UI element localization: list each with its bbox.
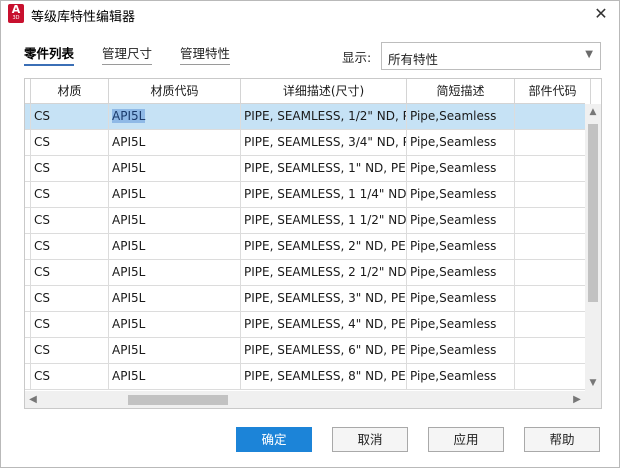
cell-material-code[interactable]: API5L <box>109 234 241 260</box>
cell-material[interactable]: CS <box>31 182 109 208</box>
scroll-up-icon[interactable]: ▲ <box>585 104 601 120</box>
cell-short-description[interactable]: Pipe,Seamless <box>407 208 515 234</box>
cell-material[interactable]: CS <box>31 338 109 364</box>
cell-short-description[interactable]: Pipe,Seamless <box>407 312 515 338</box>
cell-long-description[interactable]: PIPE, SEAMLESS, 1/2" ND, PE A <box>241 104 407 130</box>
window-title: 等级库特性编辑器 <box>31 10 136 25</box>
horizontal-scroll-thumb[interactable] <box>128 395 228 405</box>
cell-material-code[interactable]: API5L <box>109 182 241 208</box>
cell-short-description[interactable]: Pipe,Seamless <box>407 104 515 130</box>
cell-material[interactable]: CS <box>31 234 109 260</box>
cell-material-code[interactable]: API5L <box>109 338 241 364</box>
cell-part-code[interactable] <box>515 312 591 338</box>
cell-long-description[interactable]: PIPE, SEAMLESS, 3" ND, PE ASM <box>241 286 407 312</box>
cell-long-description[interactable]: PIPE, SEAMLESS, 4" ND, PE ASM <box>241 312 407 338</box>
table-row[interactable]: CSAPI5LPIPE, SEAMLESS, 3/4" ND, PE ASPip… <box>25 130 591 156</box>
cancel-button[interactable]: 取消 <box>332 427 408 452</box>
cell-material[interactable]: CS <box>31 130 109 156</box>
table-row[interactable]: CSAPI5LPIPE, SEAMLESS, 2 1/2" ND, PE,Pip… <box>25 260 591 286</box>
cell-short-description[interactable]: Pipe,Seamless <box>407 156 515 182</box>
cell-short-description[interactable]: Pipe,Seamless <box>407 182 515 208</box>
cell-material-code[interactable]: API5L <box>109 130 241 156</box>
cell-short-description[interactable]: Pipe,Seamless <box>407 234 515 260</box>
display-label: 显示: <box>342 50 372 65</box>
cell-material[interactable]: CS <box>31 260 109 286</box>
ok-button[interactable]: 确定 <box>236 427 312 452</box>
table-row[interactable]: CSAPI5LPIPE, SEAMLESS, 4" ND, PE ASMPipe… <box>25 312 591 338</box>
cell-long-description[interactable]: PIPE, SEAMLESS, 1 1/4" ND, PE, <box>241 182 407 208</box>
cell-part-code[interactable] <box>515 104 591 130</box>
cell-material[interactable]: CS <box>31 208 109 234</box>
cell-part-code[interactable] <box>515 182 591 208</box>
cell-material[interactable]: CS <box>31 104 109 130</box>
title-bar: A 3D 等级库特性编辑器 ✕ <box>1 1 619 29</box>
tab-part-list[interactable]: 零件列表 <box>24 43 75 66</box>
table-row[interactable]: CSAPI5LPIPE, SEAMLESS, 1" ND, PE ASMPipe… <box>25 156 591 182</box>
vertical-scroll-thumb[interactable] <box>588 124 598 302</box>
cell-part-code[interactable] <box>515 208 591 234</box>
cell-material-code[interactable]: API5L <box>109 104 241 130</box>
cell-long-description[interactable]: PIPE, SEAMLESS, 1" ND, PE ASM <box>241 156 407 182</box>
column-header-short-description[interactable]: 简短描述 <box>407 79 515 104</box>
cell-part-code[interactable] <box>515 130 591 156</box>
scroll-down-icon[interactable]: ▼ <box>585 375 601 391</box>
cell-part-code[interactable] <box>515 156 591 182</box>
cell-material-code[interactable]: API5L <box>109 208 241 234</box>
horizontal-scrollbar[interactable]: ◀ ▶ <box>25 391 585 408</box>
scroll-right-icon[interactable]: ▶ <box>569 391 585 408</box>
chevron-down-icon: ▼ <box>585 49 593 60</box>
table-row[interactable]: CSAPI5LPIPE, SEAMLESS, 6" ND, PE ASMPipe… <box>25 338 591 364</box>
table-row[interactable]: CSAPI5LPIPE, SEAMLESS, 1 1/4" ND, PE,Pip… <box>25 182 591 208</box>
apply-button[interactable]: 应用 <box>428 427 504 452</box>
cell-long-description[interactable]: PIPE, SEAMLESS, 6" ND, PE ASM <box>241 338 407 364</box>
parts-grid: 材质 材质代码 详细描述(尺寸) 简短描述 部件代码 CS API5L PIPE, … <box>24 78 602 409</box>
properties-editor-window: A 3D 等级库特性编辑器 ✕ 零件列表 管理尺寸 管理特性 显示: 所有特性 … <box>0 0 620 468</box>
cell-material-code[interactable]: API5L <box>109 286 241 312</box>
column-header-part-code[interactable]: 部件代码 <box>515 79 591 104</box>
column-header-material-code[interactable]: 材质代码 <box>109 79 241 104</box>
cell-material[interactable]: CS <box>31 364 109 390</box>
table-row[interactable]: CSAPI5LPIPE, SEAMLESS, 8" ND, PE ASMPipe… <box>25 364 591 390</box>
tab-manage-properties[interactable]: 管理特性 <box>180 43 231 65</box>
tab-manage-sizes[interactable]: 管理尺寸 <box>102 43 153 65</box>
scrollbar-corner <box>585 391 601 408</box>
cell-material[interactable]: CS <box>31 156 109 182</box>
cell-long-description[interactable]: PIPE, SEAMLESS, 2 1/2" ND, PE, <box>241 260 407 286</box>
cell-part-code[interactable] <box>515 234 591 260</box>
cell-material-code[interactable]: API5L <box>109 364 241 390</box>
cell-material-code[interactable]: API5L <box>109 156 241 182</box>
cell-material-code[interactable]: API5L <box>109 312 241 338</box>
scroll-left-icon[interactable]: ◀ <box>25 391 41 408</box>
help-button[interactable]: 帮助 <box>524 427 600 452</box>
cell-long-description[interactable]: PIPE, SEAMLESS, 2" ND, PE ASM <box>241 234 407 260</box>
selected-cell-text: API5L <box>112 109 146 123</box>
cell-material-code[interactable]: API5L <box>109 260 241 286</box>
cell-part-code[interactable] <box>515 364 591 390</box>
app-logo-icon: A 3D <box>8 4 24 23</box>
grid-header-row: 材质 材质代码 详细描述(尺寸) 简短描述 部件代码 <box>25 79 591 104</box>
cell-material[interactable]: CS <box>31 312 109 338</box>
cell-short-description[interactable]: Pipe,Seamless <box>407 338 515 364</box>
cell-long-description[interactable]: PIPE, SEAMLESS, 3/4" ND, PE AS <box>241 130 407 156</box>
display-select-value: 所有特性 <box>388 52 439 67</box>
table-row[interactable]: CSAPI5LPIPE, SEAMLESS, 2" ND, PE ASMPipe… <box>25 234 591 260</box>
cell-short-description[interactable]: Pipe,Seamless <box>407 130 515 156</box>
display-select[interactable]: 所有特性 ▼ <box>381 42 601 70</box>
table-row[interactable]: CSAPI5LPIPE, SEAMLESS, 3" ND, PE ASMPipe… <box>25 286 591 312</box>
column-header-long-description[interactable]: 详细描述(尺寸) <box>241 79 407 104</box>
cell-long-description[interactable]: PIPE, SEAMLESS, 8" ND, PE ASM <box>241 364 407 390</box>
table-row[interactable]: CSAPI5L PIPE, SEAMLESS, 1/2" ND, PE APipe… <box>25 104 591 130</box>
cell-short-description[interactable]: Pipe,Seamless <box>407 286 515 312</box>
cell-short-description[interactable]: Pipe,Seamless <box>407 260 515 286</box>
cell-long-description[interactable]: PIPE, SEAMLESS, 1 1/2" ND, PE, <box>241 208 407 234</box>
cell-part-code[interactable] <box>515 286 591 312</box>
cell-part-code[interactable] <box>515 338 591 364</box>
close-icon[interactable]: ✕ <box>589 3 613 25</box>
vertical-scrollbar[interactable]: ▲ ▼ <box>585 104 601 391</box>
table-row[interactable]: CSAPI5LPIPE, SEAMLESS, 1 1/2" ND, PE,Pip… <box>25 208 591 234</box>
cell-short-description[interactable]: Pipe,Seamless <box>407 364 515 390</box>
column-header-material[interactable]: 材质 <box>31 79 109 104</box>
cell-part-code[interactable] <box>515 260 591 286</box>
cell-material[interactable]: CS <box>31 286 109 312</box>
